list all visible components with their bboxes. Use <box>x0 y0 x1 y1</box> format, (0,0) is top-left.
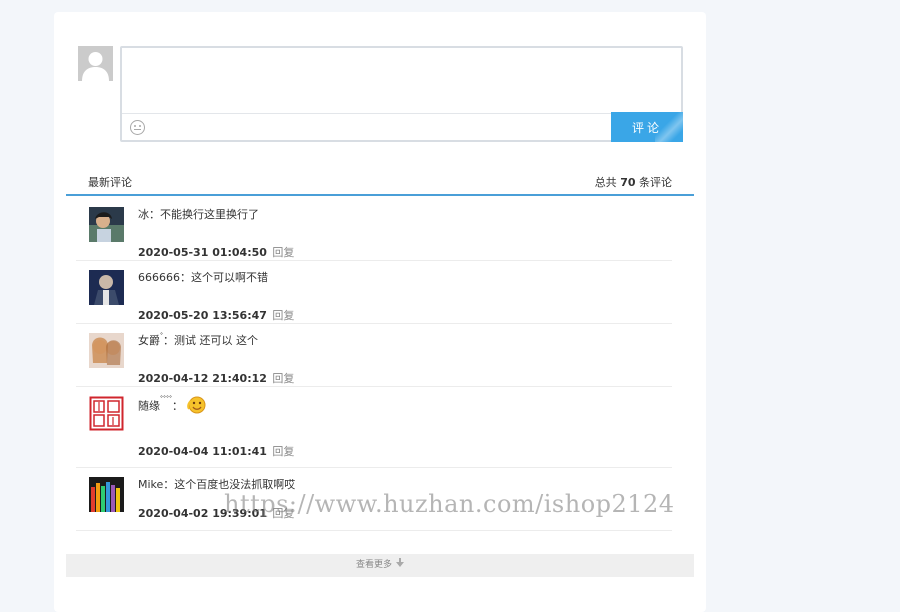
comment-date: 2020-04-12 21:40:12 <box>138 372 267 385</box>
comment-meta: 2020-04-02 19:39:01 回复 <box>138 505 294 521</box>
load-more-label: 查看更多 <box>355 560 392 570</box>
comment-content: 随缘°°°°： <box>138 395 207 418</box>
comment-count-suffix: 条评论 <box>639 176 672 189</box>
sticker-emoji-icon <box>187 395 207 418</box>
comment-input[interactable] <box>122 48 681 114</box>
list-item: Mike：这个百度也没法抓取啊哎 2020-04-02 19:39:01 回复 <box>76 468 672 531</box>
comment-meta: 2020-05-31 01:04:50 回复 <box>138 244 294 260</box>
comment-author: 666666 <box>138 271 180 284</box>
comments-header: 最新评论 总共 70 条评论 <box>66 168 694 196</box>
list-item: 666666：这个可以啊不错 2020-05-20 13:56:47 回复 <box>76 261 672 324</box>
comment-meta: 2020-04-04 11:01:41 回复 <box>138 443 294 459</box>
comment-composer: 评论 <box>78 46 684 143</box>
comment-date: 2020-05-31 01:04:50 <box>138 246 267 259</box>
avatar <box>89 396 124 431</box>
comment-separator: ： <box>180 271 191 284</box>
comment-text: 这个可以啊不错 <box>191 271 268 284</box>
comment-author: 冰 <box>138 208 149 221</box>
comment-separator: ： <box>163 334 174 347</box>
comment-panel: 评论 最新评论 总共 70 条评论 冰：不能换行这里换行了 2020-05-31… <box>54 12 706 612</box>
comment-date: 2020-04-02 19:39:01 <box>138 507 267 520</box>
comment-date: 2020-05-20 13:56:47 <box>138 309 267 322</box>
comment-text: 测试 还可以 这个 <box>174 334 258 347</box>
reply-link[interactable]: 回复 <box>272 507 294 520</box>
comment-content: Mike：这个百度也没法抓取啊哎 <box>138 476 295 492</box>
list-item: 女爵°：测试 还可以 这个 2020-04-12 21:40:12 回复 <box>76 324 672 387</box>
comment-separator: ： <box>172 399 183 413</box>
avatar <box>89 477 124 512</box>
comment-box: 评论 <box>120 46 683 142</box>
comment-content: 冰：不能换行这里换行了 <box>138 206 259 222</box>
list-item: 随缘°°°°： 2020-04-04 11:01:41 回复 <box>76 387 672 468</box>
comment-count-prefix: 总共 <box>594 176 617 189</box>
list-item: 冰：不能换行这里换行了 2020-05-31 01:04:50 回复 <box>76 198 672 261</box>
reply-link[interactable]: 回复 <box>272 372 294 385</box>
avatar <box>89 333 124 368</box>
comment-separator: ： <box>163 478 175 491</box>
comment-count-value: 70 <box>620 176 636 189</box>
comment-text: 不能换行这里换行了 <box>160 208 259 221</box>
reply-link[interactable]: 回复 <box>272 445 294 458</box>
arrow-down-icon <box>396 554 404 577</box>
comment-separator: ： <box>149 208 160 221</box>
comment-author: 随缘 <box>138 399 160 413</box>
latest-comments-title: 最新评论 <box>88 176 132 189</box>
comment-count: 总共 70 条评论 <box>595 174 672 190</box>
comment-author: 女爵 <box>138 334 160 347</box>
comment-author: Mike <box>138 478 164 491</box>
comment-text: 这个百度也没法抓取啊哎 <box>174 478 296 491</box>
reply-link[interactable]: 回复 <box>272 246 294 259</box>
comment-content: 666666：这个可以啊不错 <box>138 269 268 285</box>
comment-meta: 2020-05-20 13:56:47 回复 <box>138 307 294 323</box>
load-more-button[interactable]: 查看更多 <box>66 554 694 577</box>
avatar <box>89 207 124 242</box>
comment-list: 冰：不能换行这里换行了 2020-05-31 01:04:50 回复 66666… <box>76 198 672 531</box>
reply-link[interactable]: 回复 <box>272 309 294 322</box>
comment-meta: 2020-04-12 21:40:12 回复 <box>138 370 294 386</box>
avatar <box>89 270 124 305</box>
default-avatar-icon <box>78 46 113 81</box>
comment-content: 女爵°：测试 还可以 这个 <box>138 332 258 348</box>
comment-author-suffix: °°°° <box>160 395 172 402</box>
emoji-icon[interactable] <box>130 120 145 135</box>
comment-date: 2020-04-04 11:01:41 <box>138 445 267 458</box>
submit-comment-button[interactable]: 评论 <box>611 112 683 142</box>
